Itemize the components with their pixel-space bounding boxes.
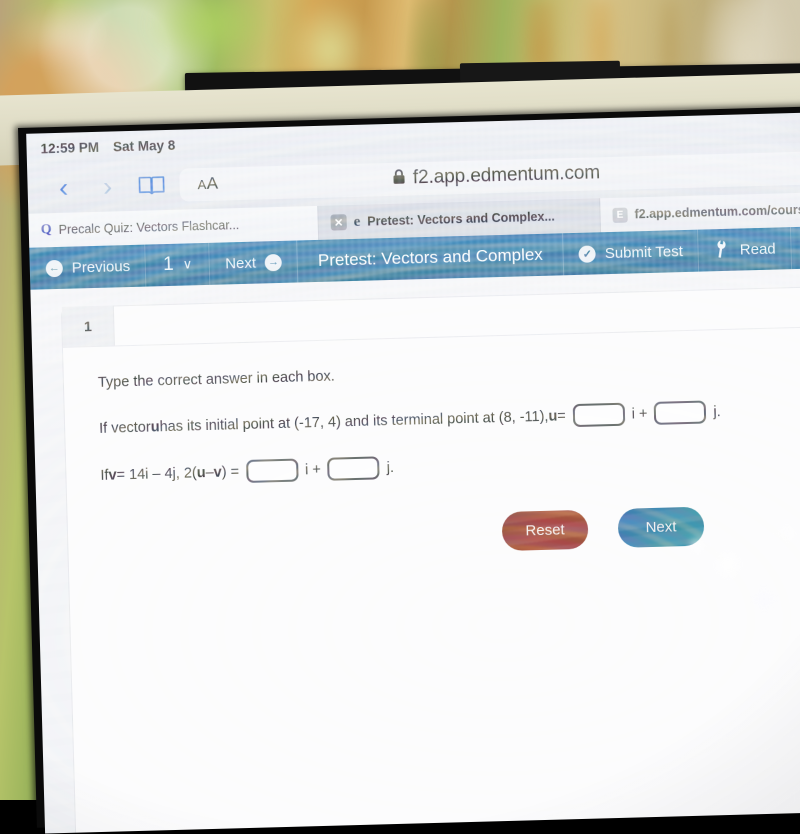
line2-vector-u: u <box>196 464 206 481</box>
question-line-1: If vector u has its initial point at (-1… <box>99 397 800 440</box>
next-label: Next <box>224 254 257 272</box>
tab-title: f2.app.edmentum.com/course... <box>634 202 800 222</box>
answer-input-2b[interactable] <box>327 456 381 481</box>
lock-icon <box>393 169 407 189</box>
arrow-left-icon: ← <box>45 259 64 277</box>
question-number-badge[interactable]: 1 <box>61 305 115 347</box>
line2-equals: ) = <box>221 463 240 481</box>
answer-input-2a[interactable] <box>245 458 299 483</box>
previous-button[interactable]: ← Previous <box>29 244 147 290</box>
screen: 12:59 PM Sat May 8 ‹ › AA f2.app.edmentu… <box>26 112 800 834</box>
check-circle-icon: ✓ <box>578 244 597 263</box>
tab-title: Pretest: Vectors and Complex... <box>367 209 556 229</box>
previous-label: Previous <box>71 257 131 277</box>
next-question-button[interactable]: Next <box>617 506 705 548</box>
line2-unit-i: i + <box>304 461 321 478</box>
line1-unit-i: i + <box>631 405 648 423</box>
url-display[interactable]: f2.app.edmentum.com <box>179 151 800 201</box>
generic-favicon-icon: E <box>612 207 628 223</box>
submit-test-button[interactable]: ✓ Submit Test <box>563 229 700 276</box>
tablet-device: 12:59 PM Sat May 8 ‹ › AA f2.app.edmentu… <box>18 106 800 834</box>
line2-def: = 14i – 4j, 2( <box>116 464 197 483</box>
next-nav-button[interactable]: Next → <box>209 240 299 285</box>
page-number-dropdown[interactable]: 1 ∨ <box>145 242 211 287</box>
question-body: Type the correct answer in each box. If … <box>63 326 800 563</box>
action-button-row: Reset Next <box>102 503 800 562</box>
wrench-icon <box>709 236 735 263</box>
tab-edmentum-course[interactable]: E f2.app.edmentum.com/course... <box>600 192 800 233</box>
reader-tools-label: Read <box>739 240 776 259</box>
quizlet-favicon-icon: Q <box>40 222 52 238</box>
answer-input-1b[interactable] <box>654 400 707 425</box>
question-instruction: Type the correct answer in each box. <box>97 368 336 391</box>
status-date: Sat May 8 <box>112 137 176 154</box>
line2-unit-j: j. <box>386 459 395 476</box>
question-card: 1 Type the correct answer in each box. I… <box>60 284 800 834</box>
url-text: f2.app.edmentum.com <box>412 162 601 189</box>
line1-pre: If vector <box>98 419 151 437</box>
chevron-down-icon: ∨ <box>182 256 193 272</box>
forward-icon[interactable]: › <box>85 171 130 201</box>
answer-input-1a[interactable] <box>572 402 626 428</box>
test-content-area: 1 Type the correct answer in each box. I… <box>30 268 800 834</box>
back-icon[interactable]: ‹ <box>41 172 86 202</box>
edmentum-favicon-icon: e <box>353 213 361 230</box>
line1-mid: has its initial point at (-17, 4) and it… <box>159 408 549 435</box>
close-icon[interactable]: ✕ <box>330 214 347 231</box>
tab-title: Precalc Quiz: Vectors Flashcar... <box>58 218 240 237</box>
reader-tools-button[interactable]: Read <box>698 227 793 272</box>
status-time: 12:59 PM <box>40 139 100 156</box>
bookmarks-icon[interactable] <box>129 174 174 197</box>
test-title: Pretest: Vectors and Complex <box>297 233 565 283</box>
line1-vector-u: u <box>150 418 160 436</box>
page-number-value: 1 <box>162 253 174 276</box>
address-bar[interactable]: AA f2.app.edmentum.com <box>179 151 800 202</box>
submit-test-label: Submit Test <box>604 242 684 262</box>
arrow-right-icon: → <box>264 253 283 271</box>
reset-button[interactable]: Reset <box>501 509 589 552</box>
line1-vector-u2: u <box>548 408 558 425</box>
question-line-2: If v = 14i – 4j, 2( u – v ) = i + j. <box>100 444 800 487</box>
line1-unit-j: j. <box>713 403 721 420</box>
line1-equals: = <box>557 407 566 425</box>
